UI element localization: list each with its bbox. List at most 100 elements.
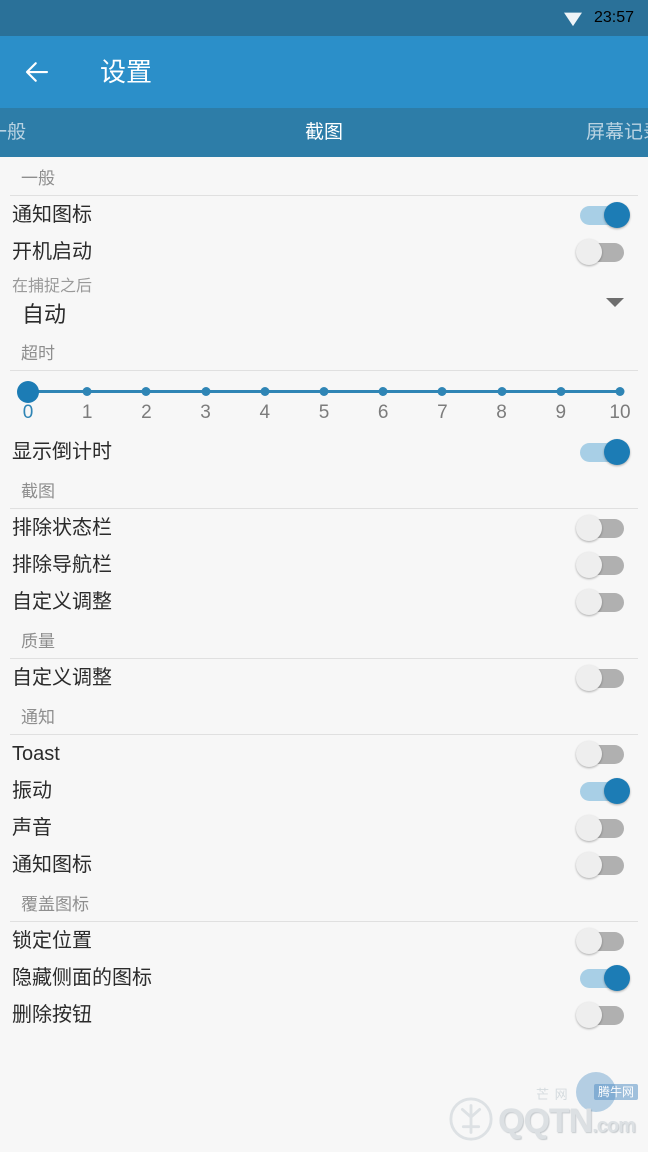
slider-tick[interactable] — [437, 387, 447, 396]
section-header-quality: 质量 — [21, 631, 55, 651]
slider-tick-label[interactable]: 10 — [609, 403, 630, 422]
toggle-thumb — [604, 438, 630, 465]
chevron-down-icon[interactable] — [606, 297, 624, 307]
slider-tick-label[interactable]: 8 — [496, 403, 507, 422]
row-notification-icon[interactable]: 通知图标 — [0, 196, 648, 233]
timeout-slider[interactable]: 0 1 2 3 4 5 6 7 8 9 10 — [0, 371, 648, 433]
toggle-toast[interactable] — [576, 740, 630, 768]
slider-tick[interactable] — [615, 387, 625, 396]
toggle-show-countdown[interactable] — [576, 438, 630, 466]
toggle-custom-adjust-quality[interactable] — [576, 664, 630, 692]
row-delete-button[interactable]: 删除按钮 — [0, 996, 648, 1033]
toggle-notification-icon-2[interactable] — [576, 851, 630, 879]
section-header-timeout: 超时 — [21, 343, 55, 363]
tab-bar: 一般 截图 屏幕记录 — [0, 108, 648, 157]
watermark-main: QQTN — [498, 1102, 593, 1140]
slider-tick[interactable] — [497, 387, 507, 396]
row-label: 隐藏侧面的图标 — [12, 966, 152, 989]
row-label: 通知图标 — [12, 203, 92, 226]
slider-tick-label[interactable]: 4 — [260, 403, 271, 422]
toggle-notification-icon[interactable] — [576, 201, 630, 229]
row-label: 排除状态栏 — [12, 516, 112, 539]
section-header-general: 一般 — [21, 168, 55, 188]
row-hide-side-icon[interactable]: 隐藏侧面的图标 — [0, 959, 648, 996]
toggle-delete-button[interactable] — [576, 1001, 630, 1029]
row-label: 通知图标 — [12, 853, 92, 876]
row-after-capture[interactable]: 在捕捉之后 自动 — [0, 270, 648, 332]
row-label: 删除按钮 — [12, 1003, 92, 1026]
row-vibrate[interactable]: 振动 — [0, 772, 648, 809]
slider-tick[interactable] — [556, 387, 566, 396]
row-boot-start[interactable]: 开机启动 — [0, 233, 648, 270]
slider-tick-label[interactable]: 0 — [23, 403, 34, 422]
row-toast[interactable]: Toast — [0, 735, 648, 772]
slider-tick-label[interactable]: 2 — [141, 403, 152, 422]
status-bar: 23:57 — [0, 0, 648, 36]
row-lock-position[interactable]: 锁定位置 — [0, 922, 648, 959]
slider-tick[interactable] — [319, 387, 329, 396]
row-exclude-status-bar[interactable]: 排除状态栏 — [0, 509, 648, 546]
toggle-thumb — [576, 664, 602, 691]
section-header-notification: 通知 — [21, 707, 55, 727]
toggle-sound[interactable] — [576, 814, 630, 842]
watermark-text: QQTN.com — [498, 1102, 636, 1140]
row-label: 显示倒计时 — [12, 440, 112, 463]
slider-tick[interactable] — [141, 387, 151, 396]
row-label: 排除导航栏 — [12, 553, 112, 576]
slider-thumb[interactable] — [17, 381, 39, 403]
row-show-countdown[interactable]: 显示倒计时 — [0, 433, 648, 470]
tab-screen-record[interactable]: 屏幕记录 — [586, 123, 648, 142]
slider-tick-label[interactable]: 1 — [82, 403, 93, 422]
toggle-custom-adjust-screenshot[interactable] — [576, 588, 630, 616]
row-label: 声音 — [12, 816, 52, 839]
dropdown-value: 自动 — [22, 301, 67, 327]
status-bar-time: 23:57 — [593, 9, 634, 26]
row-label: 自定义调整 — [12, 666, 112, 689]
toggle-thumb — [576, 1001, 602, 1028]
back-arrow-icon[interactable] — [22, 57, 52, 87]
toggle-vibrate[interactable] — [576, 777, 630, 805]
row-label: Toast — [12, 742, 60, 765]
tab-screenshot[interactable]: 截图 — [305, 123, 343, 142]
slider-tick-label[interactable]: 3 — [200, 403, 211, 422]
row-label: 自定义调整 — [12, 590, 112, 613]
slider-tick-label[interactable]: 5 — [319, 403, 330, 422]
toggle-boot-start[interactable] — [576, 238, 630, 266]
slider-tick[interactable] — [201, 387, 211, 396]
slider-tick[interactable] — [260, 387, 270, 396]
toggle-exclude-nav-bar[interactable] — [576, 551, 630, 579]
slider-tick-label[interactable]: 9 — [556, 403, 567, 422]
app-bar: 设置 — [0, 36, 648, 108]
watermark-suffix: .com — [592, 1115, 636, 1137]
toggle-exclude-status-bar[interactable] — [576, 514, 630, 542]
section-header-overlay-icon: 覆盖图标 — [21, 894, 89, 914]
row-custom-adjust-quality[interactable]: 自定义调整 — [0, 659, 648, 696]
wifi-icon — [563, 12, 582, 27]
toggle-thumb — [576, 814, 602, 841]
page-title: 设置 — [100, 57, 153, 87]
slider-tick[interactable] — [82, 387, 92, 396]
slider-tick-label[interactable]: 7 — [437, 403, 448, 422]
toggle-lock-position[interactable] — [576, 927, 630, 955]
watermark-logo-icon — [449, 1097, 493, 1141]
toggle-hide-side-icon[interactable] — [576, 964, 630, 992]
row-notification-icon-2[interactable]: 通知图标 — [0, 846, 648, 883]
watermark-badge: 腾牛网 — [594, 1084, 639, 1100]
site-watermark: 芒 网 腾牛网 QQTN.com — [444, 1072, 644, 1150]
slider-tick[interactable] — [378, 387, 388, 396]
settings-list[interactable]: 一般 通知图标 开机启动 在捕捉之后 自动 超时 0 1 2 3 4 5 6 7 8 9 10 显示… — [0, 157, 648, 1152]
section-header-screenshot: 截图 — [21, 481, 55, 501]
toggle-thumb — [576, 740, 602, 767]
row-sound[interactable]: 声音 — [0, 809, 648, 846]
row-custom-adjust-screenshot[interactable]: 自定义调整 — [0, 583, 648, 620]
row-label: 锁定位置 — [12, 929, 92, 952]
toggle-thumb — [576, 238, 602, 265]
watermark-subtext: 芒 网 — [536, 1087, 569, 1102]
watermark-circle — [576, 1072, 616, 1112]
toggle-thumb — [576, 514, 602, 541]
row-exclude-nav-bar[interactable]: 排除导航栏 — [0, 546, 648, 583]
slider-tick-label[interactable]: 6 — [378, 403, 389, 422]
dropdown-caption: 在捕捉之后 — [12, 277, 93, 295]
row-label: 开机启动 — [12, 240, 92, 263]
tab-general[interactable]: 一般 — [0, 123, 26, 142]
